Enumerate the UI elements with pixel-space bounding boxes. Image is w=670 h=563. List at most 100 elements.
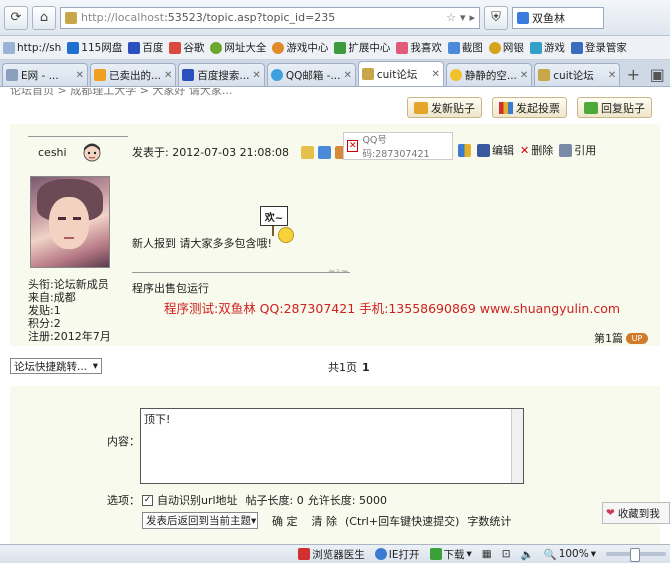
status-bar: 浏览器医生 IE打开 下载 ▾ ▦ ⊡ 🔈 🔍 100% ▾ [0, 544, 670, 563]
page-count: 共1页 [328, 361, 357, 374]
shortcut-hint: (Ctrl+回车键快速提交) [345, 514, 460, 528]
go-icon[interactable]: ▸ [469, 11, 475, 24]
tab-icon [538, 69, 551, 81]
bookmark-icon [570, 41, 583, 54]
close-icon[interactable]: ✕ [608, 70, 616, 81]
new-tab-icon[interactable]: + [622, 63, 644, 86]
close-icon[interactable]: ✕ [252, 70, 260, 81]
award-icon[interactable] [458, 143, 471, 157]
search-box[interactable]: 双鱼林 [512, 6, 604, 29]
user-face-icon [82, 142, 102, 164]
favorite-button[interactable]: ❤ 收藏到我 [602, 502, 670, 524]
bookmark-item[interactable]: 115网盘 [67, 40, 122, 55]
browser-tab[interactable]: 静静的空... ✕ [445, 63, 533, 86]
user-registered: 注册:2012年7月 [28, 330, 111, 343]
message-icon[interactable] [318, 145, 332, 159]
bookmark-item[interactable]: 登录管家 [570, 40, 627, 55]
close-icon[interactable]: ✕ [431, 69, 439, 80]
bookmark-icon [67, 41, 80, 54]
confirm-button[interactable]: 确 定 [272, 513, 298, 529]
shield-icon[interactable]: ⛨ [484, 5, 508, 30]
post-length: 帖子长度: 0 [245, 494, 304, 507]
address-bar[interactable]: http://localhost:53523/topic.asp?topic_i… [60, 6, 480, 29]
browser-tab[interactable]: 百度搜索... ✕ [178, 63, 265, 86]
bookmark-item[interactable]: 谷歌 [169, 40, 204, 55]
bookmark-icon [334, 41, 347, 54]
zoom-icon: 🔍 [543, 548, 557, 561]
bookmark-item[interactable]: 网银 [488, 40, 524, 55]
close-icon[interactable]: ✕ [164, 70, 172, 81]
grid-icon[interactable]: ▦ [482, 548, 492, 560]
content-label: 内容： [107, 435, 140, 448]
new-poll-button[interactable]: 发起投票 [492, 97, 567, 118]
up-badge[interactable]: UP [626, 332, 648, 344]
delete-button[interactable]: ✕ 删除 [520, 142, 553, 158]
browser-tab[interactable]: E网 - ... ✕ [2, 63, 88, 86]
bookmark-item[interactable]: 截图 [447, 40, 483, 55]
browser-tab[interactable]: cuit论坛 ✕ [534, 63, 621, 86]
tab-icon [94, 69, 106, 81]
clear-button[interactable]: 清 除 [312, 513, 338, 529]
reply-textarea[interactable]: 顶下! [140, 408, 524, 484]
quote-button[interactable]: 引用 [559, 142, 596, 158]
bookmark-item[interactable]: 我喜欢 [396, 40, 442, 55]
bookmark-item[interactable]: 百度 [128, 40, 163, 55]
user-from: 来自:成都 [28, 291, 76, 304]
bookmark-icon [447, 41, 460, 54]
chevron-down-icon: ▾ [92, 360, 98, 372]
close-icon[interactable]: ✕ [520, 70, 528, 81]
bookmark-icon [529, 41, 542, 54]
browser-tab[interactable]: QQ邮箱 -... ✕ [266, 63, 356, 86]
volume-icon[interactable]: 🔈 [521, 548, 534, 561]
star-icon[interactable]: ☆ [446, 11, 456, 24]
smiley-icon [278, 227, 294, 243]
profile-icon[interactable] [301, 145, 315, 159]
new-post-button[interactable]: 发新贴子 [407, 97, 482, 118]
qq-number-box: ✕ QQ号码:287307421 [343, 132, 453, 160]
return-select[interactable]: 发表后返回到当前主题 ▾ [142, 512, 258, 529]
ornament-icon: ~◦~ [328, 267, 349, 277]
bookmark-item[interactable]: 游戏中心 [272, 40, 328, 55]
bookmark-item[interactable]: 游戏 [529, 40, 565, 55]
dropdown-icon[interactable]: ▾ [460, 11, 466, 24]
topic-actions: 发新贴子 发起投票 回复贴子 [407, 97, 652, 118]
avatar [30, 176, 110, 268]
bookmark-item[interactable]: 网址大全 [210, 40, 266, 55]
promo-banner[interactable]: 程序测试:双鱼林 QQ:287307421 手机:13558690869 www… [164, 298, 620, 317]
reply-button[interactable]: 回复贴子 [577, 97, 652, 118]
crop-icon[interactable]: ⊡ [502, 548, 511, 560]
home-icon[interactable]: ⌂ [32, 5, 56, 30]
url-rest: :53523/topic.asp?topic_id=235 [164, 11, 336, 24]
user-posts: 发贴:1 [28, 304, 61, 317]
zoom-slider[interactable] [606, 548, 666, 562]
bookmark-item[interactable]: 扩展中心 [334, 40, 390, 55]
tab-icon [449, 69, 462, 81]
browser-tab-active[interactable]: cuit论坛 ✕ [357, 61, 444, 86]
downloads[interactable]: 下载 ▾ [429, 547, 472, 562]
bookmark-item[interactable]: http://sh [3, 41, 61, 54]
browser-tab[interactable]: 已卖出的... ✕ [90, 63, 177, 86]
options-label: 选项： [107, 494, 140, 507]
qq-number: QQ号码:287307421 [362, 135, 430, 160]
search-engine-icon [517, 11, 529, 24]
zoom-level[interactable]: 🔍 100% ▾ [544, 548, 596, 561]
word-count-button[interactable]: 字数统计 [467, 513, 511, 529]
quick-reply-form: 内容： 顶下! 选项： ✓ 自动识别url地址 帖子长度: 0 允许长度: 50… [10, 386, 660, 544]
ie-open[interactable]: IE打开 [374, 547, 420, 562]
auto-url-label: 自动识别url地址 [157, 494, 238, 507]
close-icon[interactable]: ✕ [343, 70, 351, 81]
browser-doctor[interactable]: 浏览器医生 [298, 547, 365, 562]
username[interactable]: ceshi [38, 146, 67, 159]
edit-button[interactable]: 编辑 [477, 142, 514, 158]
forum-jump-select[interactable]: 论坛快捷跳转... ▾ [10, 358, 102, 374]
user-info: 头衔:论坛新成员 来自:成都 发贴:1 积分:2 注册:2012年7月 [28, 278, 111, 343]
refresh-icon[interactable]: ⟳ [4, 5, 28, 30]
tab-icon [6, 69, 18, 81]
textarea-scrollbar[interactable] [511, 409, 523, 483]
close-icon[interactable]: ✕ [76, 70, 84, 81]
tab-list-icon[interactable]: ▣ [646, 63, 668, 86]
current-page[interactable]: 1 [362, 361, 370, 374]
auto-url-checkbox[interactable]: ✓ [142, 494, 153, 506]
tab-icon [182, 69, 195, 81]
breadcrumb[interactable]: 论坛首页 > 成都理工大学 > 大家好 请大家... [10, 88, 232, 98]
